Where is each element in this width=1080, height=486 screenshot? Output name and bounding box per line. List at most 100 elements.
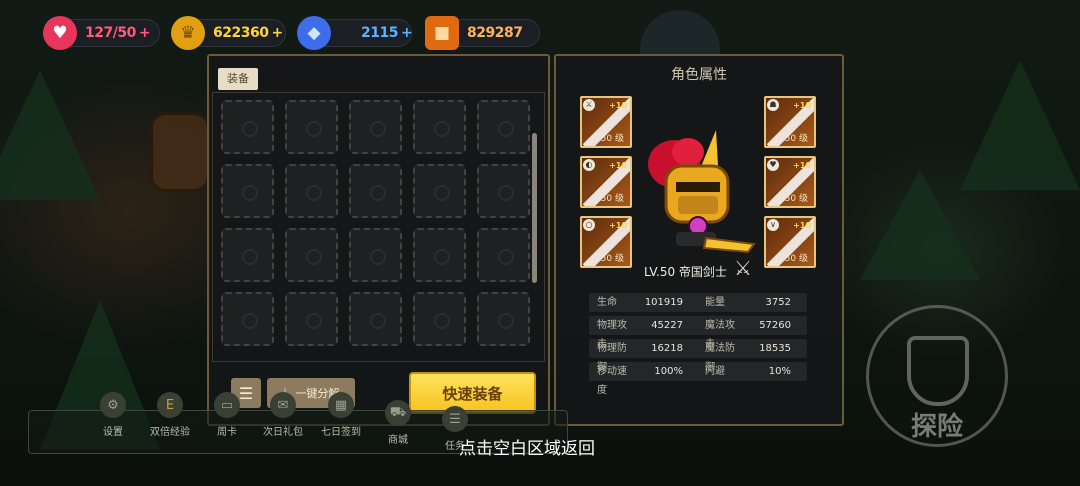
barrel-decoration [150,112,210,192]
gear-icon: ⚙ [100,392,126,418]
tree-decoration [860,170,980,280]
inventory-scrollbar[interactable] [532,133,537,283]
equip-slot-shield[interactable]: ◐ +10 50 级 [580,156,632,208]
tab-equipment[interactable]: 装备 [218,68,258,90]
menu-settings[interactable]: ⚙ 设置 [83,392,143,438]
inventory-panel: 装备 ☰ ⤓ 一键分解 [207,54,550,426]
stat-row: 物理防御 16218 魔法防御 18535 [589,339,807,373]
enhance-level: +10 [793,221,811,230]
inventory-slot[interactable] [285,292,338,346]
enhance-level: +10 [609,221,627,230]
inventory-slot[interactable] [285,100,338,154]
character-attributes-panel: 角色属性 ⚔ +10 50 级 ☗ +10 50 级 ◐ +10 50 级 ♥ … [554,54,844,426]
menu-label: 设置 [103,427,123,438]
health-add-icon[interactable]: + [139,25,151,41]
ore-value: 829287 [467,25,523,41]
enhance-level: +10 [609,161,627,170]
stat-name: 能量 [705,297,725,308]
stat-value: 101919 [644,297,683,308]
heart-icon: ♥ [43,16,77,50]
gold-value: 622360 [213,25,269,41]
stats-table: 生命 101919 能量 3752 物理攻击 45227 魔法攻击 57260 … [589,293,807,396]
gold-resource[interactable]: ♛ 622360 + [171,16,286,50]
shield-icon: ◐ [583,159,595,171]
stat-name: 物理防御 [597,343,627,373]
menu-weekly-card[interactable]: ▭ 周卡 [197,392,257,438]
stat-name: 移动速度 [597,366,627,396]
item-level: 50 级 [600,134,624,144]
tap-to-return-hint[interactable]: 点击空白区域返回 [459,434,595,459]
enhance-level: +10 [793,101,811,110]
exp-icon: E [157,392,183,418]
stat-value: 10% [768,366,791,377]
item-level: 50 级 [600,254,624,264]
menu-shop[interactable]: ⛟ 商城 [368,400,428,446]
inventory-grid [212,92,545,362]
equip-slot-necklace[interactable]: ∨ +10 50 级 [764,216,816,268]
stat-value: 100% [654,366,683,377]
equip-slot-ring[interactable]: ○ +10 50 级 [580,216,632,268]
quick-equip-label: 快速装备 [442,384,503,403]
inventory-slot[interactable] [477,292,530,346]
inventory-slot[interactable] [413,292,466,346]
inventory-slot[interactable] [413,164,466,218]
inventory-slot[interactable] [285,164,338,218]
panel-title: 角色属性 [671,67,727,83]
inventory-slot[interactable] [477,228,530,282]
item-level: 50 级 [784,194,808,204]
necklace-icon: ∨ [767,219,779,231]
diamond-add-icon[interactable]: + [401,25,413,41]
stat-value: 3752 [765,297,791,308]
inventory-slot[interactable] [221,100,274,154]
menu-next-day-gift[interactable]: ✉ 次日礼包 [253,392,313,438]
menu-label: 次日礼包 [263,427,303,438]
inventory-slot[interactable] [413,100,466,154]
gold-add-icon[interactable]: + [271,25,283,41]
helmet-icon: ☗ [767,99,779,111]
inventory-slot[interactable] [349,164,402,218]
item-level: 50 级 [784,134,808,144]
equip-slot-armor[interactable]: ♥ +10 50 级 [764,156,816,208]
menu-label: 商城 [388,435,408,446]
inventory-slot[interactable] [349,100,402,154]
inventory-slot[interactable] [477,164,530,218]
menu-double-exp[interactable]: E 双倍经验 [140,392,200,438]
inventory-slot[interactable] [477,100,530,154]
stat-name: 魔法攻击 [705,320,735,350]
health-resource[interactable]: ♥ 127/50 + [43,16,160,50]
cart-icon: ⛟ [385,400,411,426]
hero-name: LV.50 帝国剑士 [644,265,727,279]
equip-slot-weapon[interactable]: ⚔ +10 50 级 [580,96,632,148]
crossed-swords-icon: ⚔ [734,256,752,280]
sword-icon: ⚔ [583,99,595,111]
item-level: 50 级 [784,254,808,264]
menu-seven-day-checkin[interactable]: ▦ 七日签到 [311,392,371,438]
stat-row: 生命 101919 能量 3752 [589,293,807,312]
explore-button[interactable]: 探险 [866,305,1008,447]
stat-name: 魔法防御 [705,343,735,373]
stat-row: 移动速度 100% 闪避 10% [589,362,807,396]
equip-slot-helmet[interactable]: ☗ +10 50 级 [764,96,816,148]
shield-icon [907,336,969,406]
diamond-resource[interactable]: ◆ 2115 + [297,16,413,50]
inventory-slot[interactable] [349,228,402,282]
menu-label: 七日签到 [321,427,361,438]
tree-decoration [0,70,100,200]
item-level: 50 级 [600,194,624,204]
inventory-slot[interactable] [285,228,338,282]
inventory-slot[interactable] [221,228,274,282]
health-value: 127/50 [85,25,136,41]
gift-icon: ✉ [270,392,296,418]
stat-value: 45227 [651,320,683,331]
stat-value: 57260 [759,320,791,331]
ore-resource: ■ 829287 [425,16,540,50]
diamond-value: 2115 [361,25,398,41]
inventory-slot[interactable] [413,228,466,282]
inventory-slot[interactable] [349,292,402,346]
diamond-icon: ◆ [297,16,331,50]
inventory-slot[interactable] [221,292,274,346]
inventory-slot[interactable] [221,164,274,218]
ore-icon: ■ [425,16,459,50]
stat-value: 16218 [651,343,683,354]
stat-name: 物理攻击 [597,320,627,350]
